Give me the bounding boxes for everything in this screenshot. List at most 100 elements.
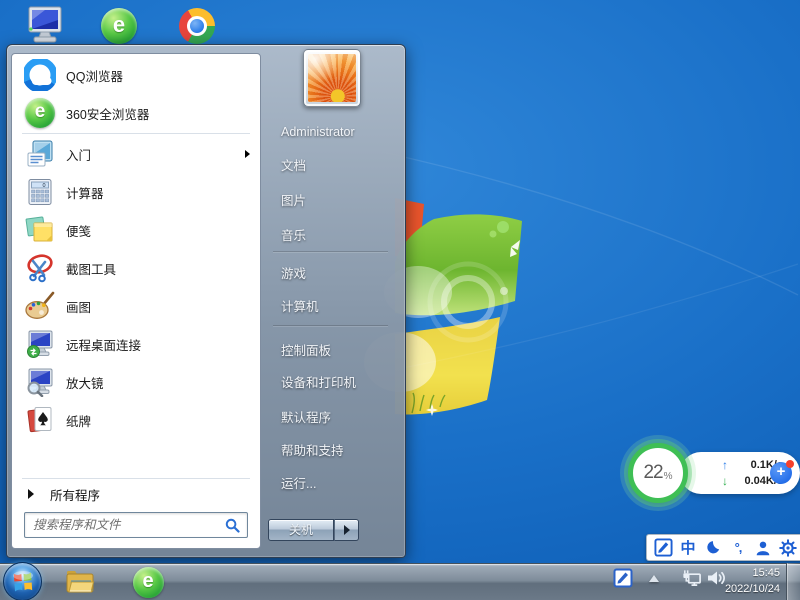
clock-time: 15:45: [712, 565, 780, 581]
magnifier-icon: [24, 366, 56, 398]
person-icon: [754, 539, 772, 557]
solitaire-icon: [24, 404, 56, 436]
menu-item-label: QQ浏览器: [66, 66, 123, 85]
right-item-default-programs[interactable]: 默认程序: [281, 405, 392, 431]
ime-pen-button[interactable]: [652, 537, 674, 559]
all-programs-button[interactable]: 所有程序: [12, 480, 260, 508]
explorer-folder-icon: [64, 568, 96, 596]
left-panel-separator: [22, 133, 250, 134]
desktop-icon-360-browser[interactable]: e: [98, 5, 140, 47]
search-area: [12, 508, 260, 548]
tray-network-button[interactable]: [680, 567, 702, 589]
menu-item-sticky-notes[interactable]: 便笺: [12, 211, 260, 249]
getting-started-icon: [24, 138, 56, 170]
menu-item-calculator[interactable]: 0 计算器: [12, 173, 260, 211]
menu-item-remote-desktop[interactable]: 远程桌面连接: [12, 325, 260, 363]
computer-icon: [25, 6, 65, 46]
tray-ime-button[interactable]: [612, 567, 634, 589]
start-menu-right-panel: Administrator 文档 图片 音乐 游戏 计算机 控制面板 设备和打印…: [261, 53, 400, 549]
menu-item-label: 画图: [66, 297, 91, 316]
menu-item-magnifier[interactable]: 放大镜: [12, 363, 260, 401]
notification-dot: [786, 460, 794, 468]
sticky-notes-icon: [24, 214, 56, 246]
menu-item-getting-started[interactable]: 入门: [12, 135, 260, 173]
360-safe-browser-icon: e: [24, 97, 56, 129]
calculator-icon: 0: [24, 176, 56, 208]
ime-fullwidth-button[interactable]: [702, 537, 724, 559]
ime-pen-icon: [613, 568, 633, 588]
usage-unit: %: [664, 471, 673, 482]
right-panel-separator: [273, 325, 388, 327]
right-item-devices-printers[interactable]: 设备和打印机: [281, 370, 392, 396]
ime-language-bar: 中 °,: [646, 534, 800, 561]
right-panel-separator: [273, 251, 388, 253]
menu-item-solitaire[interactable]: 纸牌: [12, 401, 260, 439]
right-item-computer[interactable]: 计算机: [281, 294, 392, 320]
ime-punctuation-button[interactable]: °,: [727, 537, 749, 559]
ime-mode-button[interactable]: 中: [677, 537, 699, 559]
net-speed-pill: ↑ 0.1K/s ↓ 0.04K/s +: [680, 452, 800, 494]
ime-user-dict-button[interactable]: [752, 537, 774, 559]
menu-item-label: 入门: [66, 145, 91, 164]
menu-item-paint[interactable]: 画图: [12, 287, 260, 325]
360-browser-icon: e: [133, 567, 164, 598]
svg-text:0: 0: [42, 183, 45, 189]
accelerate-button[interactable]: +: [770, 462, 792, 484]
menu-item-label: 远程桌面连接: [66, 335, 141, 354]
network-icon: [681, 568, 702, 588]
net-speed-widget: ↑ 0.1K/s ↓ 0.04K/s + 22 %: [626, 440, 800, 506]
usage-percent: 22: [643, 462, 662, 484]
menu-item-label: 放大镜: [66, 373, 104, 392]
desktop-icon-chrome[interactable]: [176, 5, 218, 47]
right-item-user[interactable]: Administrator: [281, 119, 392, 145]
taskbar-explorer-button[interactable]: [62, 566, 98, 598]
right-item-help-support[interactable]: 帮助和支持: [281, 438, 392, 464]
right-item-control-panel[interactable]: 控制面板: [281, 338, 392, 364]
start-button[interactable]: [3, 562, 42, 600]
right-item-run[interactable]: 运行...: [281, 471, 392, 497]
show-desktop-button[interactable]: [786, 563, 800, 600]
shutdown-button[interactable]: 关机: [268, 519, 334, 541]
taskbar-360-browser-button[interactable]: e: [130, 566, 166, 598]
menu-item-qq-browser[interactable]: QQ浏览器: [12, 56, 260, 94]
shutdown-options-button[interactable]: [334, 519, 359, 541]
menu-item-label: 纸牌: [66, 411, 91, 430]
menu-item-label: 360安全浏览器: [66, 104, 149, 123]
right-item-pictures[interactable]: 图片: [281, 188, 392, 214]
avatar-flower-image: [308, 54, 356, 102]
menu-item-label: 计算器: [66, 183, 104, 202]
plus-icon: +: [777, 463, 786, 480]
all-programs-arrow-icon: [28, 489, 34, 499]
all-programs-label: 所有程序: [50, 485, 100, 504]
memory-usage-ball[interactable]: 22 %: [628, 443, 688, 503]
desktop-icon-computer[interactable]: [24, 5, 66, 47]
shutdown-group: 关机: [268, 519, 359, 541]
gear-icon: [779, 539, 797, 557]
clock-date: 2022/10/24: [712, 581, 780, 597]
windows-flag-icon: [10, 569, 36, 595]
download-arrow-icon: ↓: [722, 474, 735, 488]
user-avatar[interactable]: [303, 49, 361, 107]
menu-item-snipping-tool[interactable]: 截图工具: [12, 249, 260, 287]
moon-icon: [705, 539, 722, 556]
search-icon: [225, 518, 240, 533]
right-item-music[interactable]: 音乐: [281, 223, 392, 249]
360-browser-icon: e: [101, 8, 137, 44]
tray-clock[interactable]: 15:45 2022/10/24: [712, 565, 780, 597]
chrome-icon: [179, 8, 215, 44]
remote-desktop-icon: [24, 328, 56, 360]
search-input[interactable]: [33, 518, 225, 532]
menu-item-360-browser[interactable]: e 360安全浏览器: [12, 94, 260, 132]
qq-browser-icon: [24, 59, 56, 91]
ime-settings-button[interactable]: [777, 537, 799, 559]
desktop: e ↑ 0.1K/s ↓ 0.04K/s + 22 %: [0, 0, 800, 600]
right-item-documents[interactable]: 文档: [281, 153, 392, 179]
snipping-tool-icon: [24, 252, 56, 284]
left-panel-spacer: [12, 439, 260, 477]
shutdown-arrow-icon: [344, 525, 350, 535]
up-arrow-icon: [649, 575, 659, 582]
show-hidden-icons-button[interactable]: [647, 572, 661, 584]
menu-item-label: 便笺: [66, 221, 91, 240]
right-item-games[interactable]: 游戏: [281, 261, 392, 287]
start-menu: QQ浏览器 e 360安全浏览器: [6, 44, 406, 558]
